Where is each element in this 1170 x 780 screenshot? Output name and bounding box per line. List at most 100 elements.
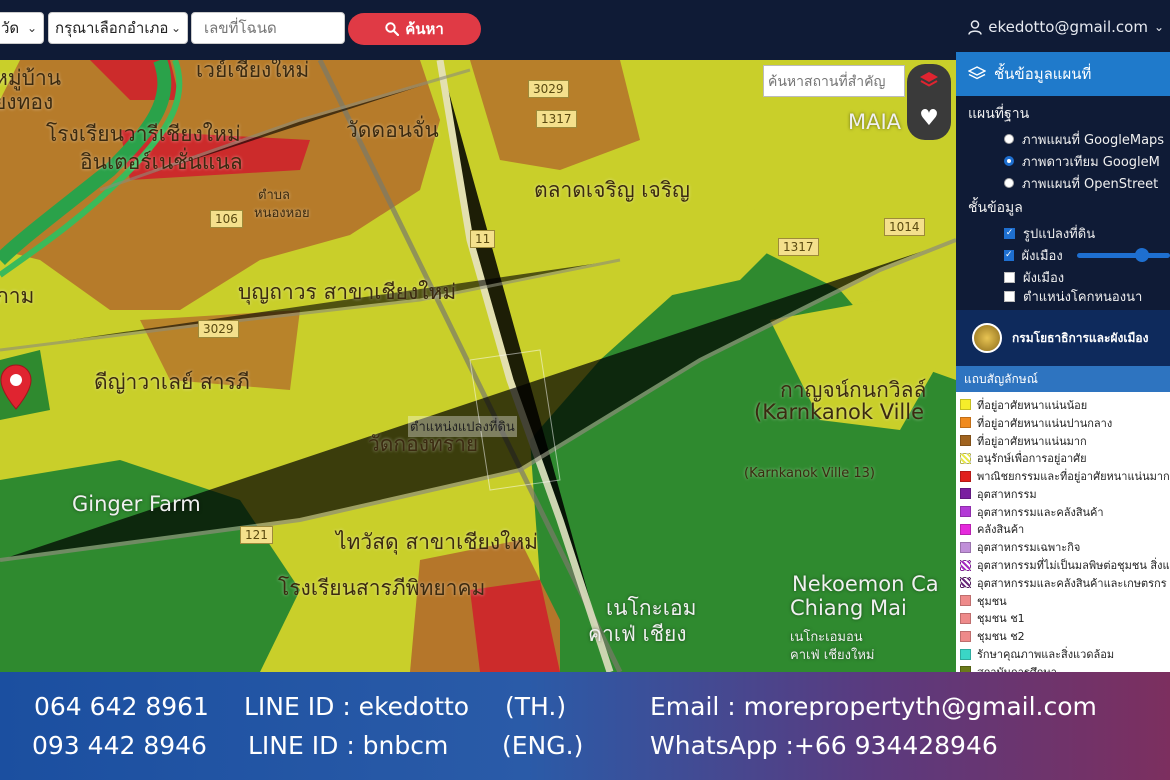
district-select-value: กรุณาเลือกอำเภอ xyxy=(55,19,169,37)
layers-button[interactable] xyxy=(907,64,951,96)
legend-item: อุตสาหกรรมและคลังสินค้า xyxy=(960,503,1170,521)
legend-swatch xyxy=(960,630,971,642)
legend-swatch xyxy=(960,399,971,411)
radio-button[interactable] xyxy=(1004,134,1014,144)
basemap-label: ภาพแผนที่ GoogleMaps xyxy=(1022,132,1165,148)
chevron-down-icon: ⌄ xyxy=(170,21,181,35)
district-select[interactable]: กรุณาเลือกอำเภอ ⌄ xyxy=(48,12,188,44)
location-pin-icon[interactable] xyxy=(0,364,32,410)
map-label: เวย์เชียงใหม่ xyxy=(196,60,310,82)
line-id-2: LINE ID : bnbcm xyxy=(248,731,449,760)
map-canvas[interactable]: 3029 1317 106 11 1317 1014 3029 121 หมู่… xyxy=(0,60,956,672)
legend-item: ที่อยู่อาศัยหนาแน่นมาก xyxy=(960,432,1170,450)
map-label: ตลาดเจริญ เจริญ xyxy=(534,178,690,202)
panel-header: ชั้นข้อมูลแผนที่ xyxy=(956,52,1170,96)
legend-item: ที่อยู่อาศัยหนาแน่นปานกลาง xyxy=(960,414,1170,432)
app-root: วัด ⌄ กรุณาเลือกอำเภอ ⌄ ค้นหา ekedotto@g… xyxy=(0,0,1170,780)
map-label: คาเฟ่ เชียง xyxy=(588,622,687,646)
layer-panel: ชั้นข้อมูลแผนที่ แผนที่ฐาน ภาพแผนที่ Goo… xyxy=(956,52,1170,681)
map-label: วัดดอนจั่น xyxy=(346,118,439,142)
legend-heading: แถบสัญลักษณ์ xyxy=(956,366,1170,392)
radio-button[interactable] xyxy=(1004,178,1014,188)
legend-item: อนุรักษ์เพื่อการอยู่อาศัย xyxy=(960,449,1170,467)
legend-swatch xyxy=(960,612,971,624)
legend-item: ที่อยู่อาศัยหนาแน่นน้อย xyxy=(960,396,1170,414)
slider-knob[interactable] xyxy=(1134,247,1149,262)
legend-swatch xyxy=(960,470,971,482)
phone-2: 093 442 8946 xyxy=(32,731,207,760)
checkbox[interactable] xyxy=(1004,290,1015,302)
legend-swatch xyxy=(960,452,971,464)
legend-label: ที่อยู่อาศัยหนาแน่นปานกลาง xyxy=(977,416,1113,430)
user-menu[interactable]: ekedotto@gmail.com ⌄ xyxy=(968,18,1164,36)
basemap-option[interactable]: ภาพดาวเทียม GoogleM xyxy=(968,150,1170,172)
search-button[interactable]: ค้นหา xyxy=(348,13,481,45)
checkbox-checked[interactable]: ✓ xyxy=(1004,227,1015,239)
line-id-1: LINE ID : ekedotto xyxy=(244,692,470,721)
checkbox[interactable] xyxy=(1004,271,1015,283)
layers-icon xyxy=(920,72,938,87)
department-name: กรมโยธาธิการและผังเมือง xyxy=(1012,330,1149,345)
map-label: Chiang Mai xyxy=(790,596,907,620)
legend-item: อุตสาหกรรมเฉพาะกิจ xyxy=(960,538,1170,556)
map-label: คาเฟ่ เชียงใหม่ xyxy=(790,648,875,663)
legend-swatch xyxy=(960,541,971,553)
basemap-label: ภาพแผนที่ OpenStreet xyxy=(1022,176,1159,192)
language-1: (TH.) xyxy=(505,692,567,721)
legend-label: ชุมชน ช1 xyxy=(977,612,1025,626)
pin-label: ตำแหน่งแปลงที่ดิน xyxy=(408,416,517,437)
layer-label: ผังเมือง xyxy=(1021,248,1063,264)
map-label: อินเตอร์เนชั่นแนล xyxy=(80,150,243,174)
map-label: บุญถาวร สาขาเชียงใหม่ xyxy=(238,280,457,304)
legend-swatch xyxy=(960,523,971,535)
basemap-heading: แผนที่ฐาน xyxy=(968,106,1030,122)
legend-label: อุตสาหกรรมและคลังสินค้า xyxy=(977,505,1104,519)
search-button-label: ค้นหา xyxy=(405,20,444,38)
legend-label: ชุมชน xyxy=(977,594,1007,608)
legend-item: คลังสินค้า xyxy=(960,521,1170,539)
radio-button-selected[interactable] xyxy=(1004,156,1014,166)
opacity-slider[interactable] xyxy=(1076,247,1170,262)
search-icon xyxy=(385,22,400,36)
favorite-button[interactable]: ♥ xyxy=(907,96,951,140)
legend-swatch xyxy=(960,595,971,607)
legend-label: อนุรักษ์เพื่อการอยู่อาศัย xyxy=(977,452,1087,466)
email-contact: Email : morepropertyth@gmail.com xyxy=(650,692,1097,721)
basemap-option[interactable]: ภาพแผนที่ GoogleMaps xyxy=(968,128,1170,150)
legend-label: อุตสาหกรรมและคลังสินค้าและเกษตรกร xyxy=(977,576,1167,590)
route-shield: 11 xyxy=(470,230,496,248)
basemap-label: ภาพดาวเทียม GoogleM xyxy=(1022,154,1160,170)
layer-label: ผังเมือง xyxy=(1023,270,1065,286)
legend-label: ชุมชน ช2 xyxy=(977,630,1025,644)
province-select[interactable]: วัด ⌄ xyxy=(0,12,44,44)
legend-swatch xyxy=(960,506,971,518)
legend-swatch xyxy=(960,434,971,446)
map-label: โรงเรียนสารภีพิทยาคม xyxy=(278,576,486,600)
contact-footer: 064 642 8961 LINE ID : ekedotto (TH.) Em… xyxy=(0,672,1170,780)
checkbox-checked[interactable]: ✓ xyxy=(1004,249,1014,261)
basemap-option[interactable]: ภาพแผนที่ OpenStreet xyxy=(968,172,1170,194)
landmark-search-input[interactable] xyxy=(763,65,905,97)
map-label: หนองหอย xyxy=(254,206,310,221)
legend-label: รักษาคุณภาพและสิ่งแวดล้อม xyxy=(977,648,1115,662)
route-shield: 1014 xyxy=(884,218,925,236)
layer-option[interactable]: ✓ รูปแปลงที่ดิน xyxy=(968,222,1170,244)
legend-item: พาณิชยกรรมและที่อยู่อาศัยหนาแน่นมาก xyxy=(960,467,1170,485)
legend-swatch xyxy=(960,559,971,571)
legend-label: คลังสินค้า xyxy=(977,523,1025,537)
legend-label: อุตสาหกรรม xyxy=(977,487,1037,501)
legend-item: อุตสาหกรรมที่ไม่เป็นมลพิษต่อชุมชน สิ่งแ xyxy=(960,556,1170,574)
legend-item: ชุมชน xyxy=(960,592,1170,610)
legend-swatch xyxy=(960,417,971,429)
layer-option[interactable]: ✓ ผังเมือง xyxy=(968,244,1170,266)
legend-swatch xyxy=(960,577,971,589)
route-shield: 121 xyxy=(240,526,273,544)
deed-number-input[interactable] xyxy=(191,12,345,44)
chevron-down-icon: ⌄ xyxy=(26,21,37,35)
legend-item: อุตสาหกรรมและคลังสินค้าและเกษตรกร xyxy=(960,574,1170,592)
heart-icon: ♥ xyxy=(919,105,939,131)
route-shield: 1317 xyxy=(778,238,819,256)
legend-item: ชุมชน ช1 xyxy=(960,610,1170,628)
layer-option[interactable]: ตำแหน่งโคกหนองนา xyxy=(968,288,1170,310)
map-label: MAIA xyxy=(848,110,902,134)
